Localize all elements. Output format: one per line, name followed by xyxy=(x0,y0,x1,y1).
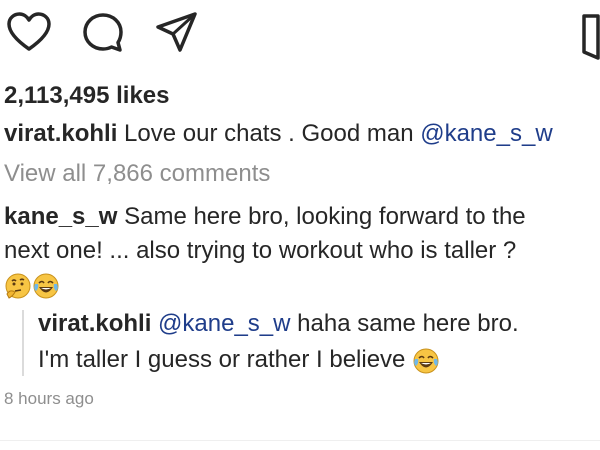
likes-count[interactable]: 2,113,495 likes xyxy=(4,82,170,110)
comment-emojis xyxy=(4,268,594,300)
reply-username[interactable]: virat.kohli xyxy=(38,310,151,337)
action-bar xyxy=(0,0,600,70)
heart-icon[interactable] xyxy=(6,12,52,52)
reply-mention[interactable]: @kane_s_w xyxy=(158,310,290,337)
reply-indent-line xyxy=(22,310,24,376)
caption-text: Love our chats . Good man xyxy=(124,120,414,147)
comment: kane_s_w Same here bro, looking forward … xyxy=(4,200,594,300)
reply-line-1: virat.kohli @kane_s_w haha same here bro… xyxy=(38,306,519,342)
post-timestamp: 8 hours ago xyxy=(4,389,94,408)
comment-text-line-1: Same here bro, looking forward to the xyxy=(124,203,526,230)
comment-text-line-2: next one! ... also trying to workout who… xyxy=(4,237,517,264)
post-caption: virat.kohli Love our chats . Good man @k… xyxy=(4,120,553,148)
comment-username[interactable]: kane_s_w xyxy=(4,203,117,230)
bookmark-icon[interactable] xyxy=(582,14,600,60)
face-with-tears-of-joy-icon xyxy=(32,272,60,300)
face-with-tears-of-joy-icon xyxy=(412,347,440,375)
reply-text-line-2: I'm taller I guess or rather I believe xyxy=(38,346,406,373)
caption-mention[interactable]: @kane_s_w xyxy=(420,120,552,147)
thinking-face-icon xyxy=(4,272,32,300)
comment-line-1: kane_s_w Same here bro, looking forward … xyxy=(4,200,594,234)
reply-text-line-1: haha same here bro. xyxy=(297,310,519,337)
comment-icon[interactable] xyxy=(82,12,124,54)
caption-username[interactable]: virat.kohli xyxy=(4,120,117,147)
view-all-comments-link[interactable]: View all 7,866 comments xyxy=(4,160,270,188)
reply-line-2: I'm taller I guess or rather I believe xyxy=(38,342,519,378)
reply-comment: virat.kohli @kane_s_w haha same here bro… xyxy=(38,306,519,378)
divider xyxy=(0,440,600,441)
share-icon[interactable] xyxy=(155,11,199,55)
